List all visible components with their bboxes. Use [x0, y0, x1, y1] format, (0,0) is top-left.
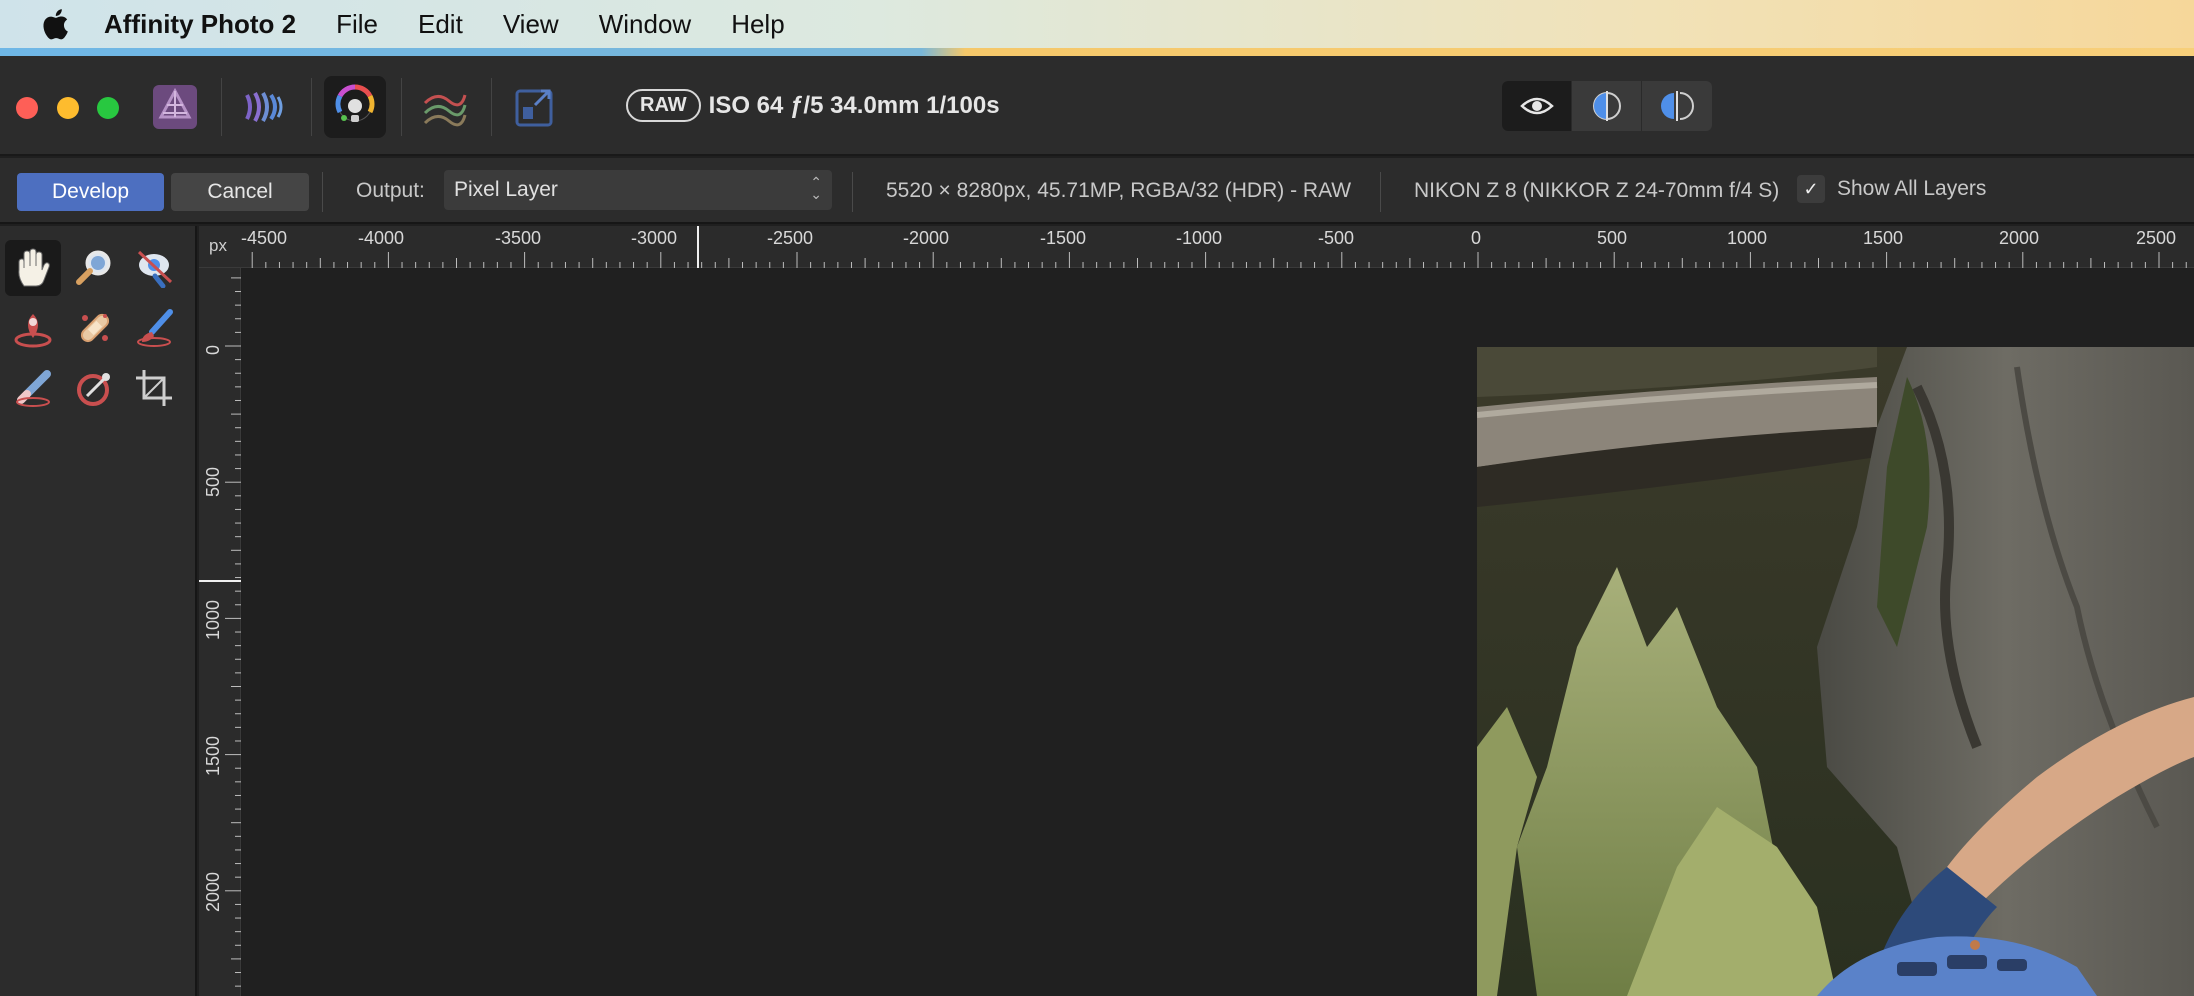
- raw-badge: RAW: [626, 89, 701, 122]
- zoom-tool-icon[interactable]: [67, 240, 123, 296]
- develop-button[interactable]: Develop: [17, 173, 164, 211]
- app-name-menu[interactable]: Affinity Photo 2: [104, 9, 296, 40]
- ruler-label: 0: [1471, 228, 1482, 248]
- ruler-label: -1000: [1176, 228, 1223, 248]
- apple-logo-icon[interactable]: [38, 6, 70, 42]
- ruler-label: 500: [203, 466, 223, 497]
- menu-edit[interactable]: Edit: [418, 9, 463, 40]
- main-toolbar: RAW ISO 64 ƒ/5 34.0mm 1/100s: [0, 56, 2194, 156]
- menu-view[interactable]: View: [503, 9, 559, 40]
- white-balance-picker-icon[interactable]: [67, 360, 123, 416]
- window-accent-strip: [0, 48, 2194, 56]
- updown-chevron-icon: ⌃ ⌄: [810, 174, 822, 202]
- output-select[interactable]: Pixel Layer ⌃ ⌄: [444, 170, 832, 210]
- ruler-label: 500: [1597, 228, 1628, 248]
- ruler-label: 2000: [203, 871, 223, 912]
- develop-persona-icon[interactable]: [324, 76, 386, 138]
- show-all-layers-checkbox[interactable]: ✓ Show All Layers: [1797, 175, 1986, 203]
- ruler-unit-label: px: [209, 236, 227, 255]
- ruler-label: -4000: [358, 228, 405, 248]
- camera-info: NIKON Z 8 (NIKKOR Z 24-70mm f/4 S): [1414, 179, 1780, 202]
- crop-tool-icon[interactable]: [126, 360, 182, 416]
- liquify-persona-icon[interactable]: [234, 76, 296, 138]
- menu-help[interactable]: Help: [731, 9, 784, 40]
- view-mode-group: [1502, 81, 1712, 131]
- ruler-label: -2000: [903, 228, 950, 248]
- red-eye-tool-icon[interactable]: [126, 240, 182, 296]
- document-info: 5520 × 8280px, 45.71MP, RGBA/32 (HDR) - …: [886, 179, 1352, 202]
- ruler-label: 2500: [2136, 228, 2177, 248]
- exif-summary: RAW ISO 64 ƒ/5 34.0mm 1/100s: [626, 89, 1000, 122]
- ruler-label: 2000: [1999, 228, 2040, 248]
- persona-separator: [311, 78, 312, 136]
- ruler-label: 1500: [1863, 228, 1904, 248]
- ruler-label: 1000: [1727, 228, 1768, 248]
- context-toolbar: Develop Cancel Output: Pixel Layer ⌃ ⌄ 55…: [0, 158, 2194, 224]
- exif-text: ISO 64 ƒ/5 34.0mm 1/100s: [708, 91, 1000, 119]
- ruler-label: 1500: [203, 735, 223, 776]
- toolbar-separator: [852, 172, 853, 212]
- show-all-layers-label: Show All Layers: [1837, 177, 1987, 200]
- canvas[interactable]: [242, 269, 2194, 996]
- persona-separator: [221, 78, 222, 136]
- zoom-window-button[interactable]: [97, 97, 119, 119]
- ruler-label: 0: [203, 344, 223, 355]
- photo-image: [1477, 347, 2194, 996]
- overlay-brush-icon[interactable]: [126, 300, 182, 356]
- photo-persona-icon[interactable]: [144, 76, 206, 138]
- ruler-label: -2500: [767, 228, 814, 248]
- raw-photo[interactable]: [1477, 347, 2194, 996]
- menu-file[interactable]: File: [336, 9, 378, 40]
- split-view-icon[interactable]: [1572, 81, 1642, 131]
- export-persona-icon[interactable]: [504, 76, 566, 138]
- macos-menubar: Affinity Photo 2 File Edit View Window H…: [0, 0, 2194, 48]
- persona-separator: [401, 78, 402, 136]
- overlay-gradient-icon[interactable]: [5, 300, 61, 356]
- checkmark-icon[interactable]: ✓: [1797, 175, 1825, 203]
- eye-icon[interactable]: [1502, 81, 1572, 131]
- blemish-removal-icon[interactable]: [67, 300, 123, 356]
- tone-mapping-persona-icon[interactable]: [414, 76, 476, 138]
- output-select-value: Pixel Layer: [454, 178, 558, 201]
- output-label: Output:: [356, 179, 425, 202]
- ruler-label: -1500: [1040, 228, 1087, 248]
- mirror-view-icon[interactable]: [1642, 81, 1712, 131]
- menu-window[interactable]: Window: [599, 9, 691, 40]
- hand-tool-icon[interactable]: [5, 240, 61, 296]
- minimize-window-button[interactable]: [57, 97, 79, 119]
- ruler-label: -4500: [241, 228, 288, 248]
- toolbar-separator: [322, 172, 323, 212]
- ruler-label: -3000: [631, 228, 678, 248]
- persona-separator: [491, 78, 492, 136]
- ruler-label: -3500: [495, 228, 542, 248]
- close-window-button[interactable]: [16, 97, 38, 119]
- ruler-label: -500: [1318, 228, 1355, 248]
- ruler-label: 1000: [203, 599, 223, 640]
- tools-panel: [0, 226, 197, 996]
- toolbar-separator: [1380, 172, 1381, 212]
- overlay-erase-icon[interactable]: [5, 360, 61, 416]
- cancel-button[interactable]: Cancel: [171, 173, 309, 211]
